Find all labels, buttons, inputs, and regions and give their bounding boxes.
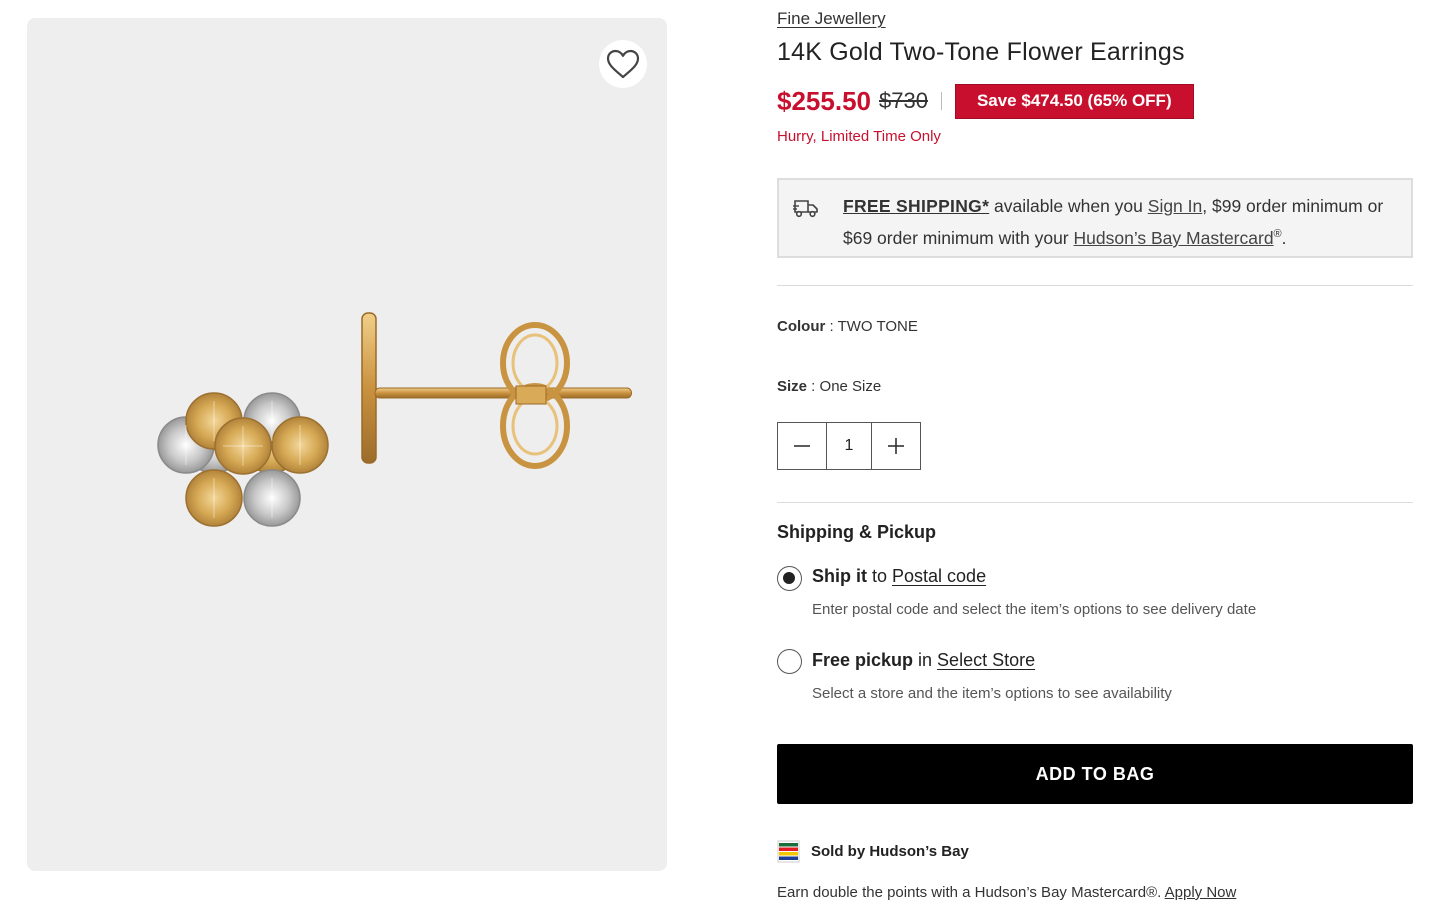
product-photo	[157, 312, 633, 527]
minus-icon	[794, 445, 810, 447]
promo-text: Earn double the points with a Hudson’s B…	[777, 884, 1165, 901]
free-pickup-radio[interactable]	[777, 649, 802, 674]
quantity-stepper: 1	[777, 422, 921, 470]
free-pickup-label: Free pickup in Select Store	[812, 650, 1035, 671]
product-image-panel[interactable]	[27, 18, 667, 871]
price-row: $255.50 $730 Save $474.50 (65% OFF)	[777, 83, 1194, 119]
free-pickup-bold: Free pickup	[812, 650, 914, 670]
sale-price: $255.50	[777, 85, 871, 116]
ship-it-label: Ship it to Postal code	[812, 566, 986, 587]
original-price: $730	[878, 88, 928, 113]
quantity-value[interactable]: 1	[826, 423, 872, 469]
product-title: 14K Gold Two-Tone Flower Earrings	[777, 38, 1185, 66]
wishlist-button[interactable]	[599, 40, 647, 88]
select-store-link[interactable]: Select Store	[937, 650, 1035, 670]
shipping-message: FREE SHIPPING* available when you Sign I…	[843, 192, 1403, 252]
heart-outline-icon	[606, 49, 640, 79]
size-value: One Size	[819, 378, 882, 395]
apply-now-link[interactable]: Apply Now	[1165, 884, 1237, 901]
price-divider	[940, 92, 942, 110]
seller-label: Sold by Hudson’s Bay	[811, 843, 969, 860]
free-pickup-mid: in	[913, 650, 938, 670]
free-shipping-link[interactable]: FREE SHIPPING*	[843, 196, 989, 216]
size-attribute: Size : One Size	[777, 378, 882, 395]
free-pickup-help: Select a store and the item’s options to…	[812, 685, 1172, 702]
savings-badge: Save $474.50 (65% OFF)	[954, 83, 1194, 119]
ship-it-mid: to	[867, 566, 893, 586]
ship-it-bold: Ship it	[812, 566, 867, 586]
earring-flower-front	[157, 392, 329, 527]
hudsons-bay-stripes-icon	[777, 840, 800, 863]
fulfillment-title: Shipping & Pickup	[777, 522, 937, 542]
colour-attribute: Colour : TWO TONE	[777, 318, 918, 335]
shipping-text-1: available when you	[989, 196, 1148, 216]
size-label: Size	[777, 378, 808, 395]
seller-info: Sold by Hudson’s Bay	[777, 840, 969, 863]
ship-it-radio[interactable]	[777, 566, 802, 591]
shipping-text-end: .	[1281, 227, 1287, 248]
colour-label: Colour	[777, 318, 826, 335]
colour-value: TWO TONE	[837, 318, 918, 335]
mastercard-promo: Earn double the points with a Hudson’s B…	[777, 884, 1236, 901]
urgency-message: Hurry, Limited Time Only	[777, 128, 941, 145]
sign-in-link[interactable]: Sign In	[1148, 196, 1202, 216]
decrease-quantity-button[interactable]	[778, 423, 826, 469]
ship-it-help: Enter postal code and select the item’s …	[812, 601, 1257, 618]
divider	[777, 285, 1413, 286]
delivery-truck-icon	[793, 200, 818, 218]
add-to-bag-button[interactable]: ADD TO BAG	[777, 744, 1413, 804]
plus-icon	[888, 438, 904, 454]
mastercard-link[interactable]: Hudson’s Bay Mastercard	[1074, 228, 1274, 248]
free-shipping-banner: FREE SHIPPING* available when you Sign I…	[777, 178, 1413, 258]
postal-code-link[interactable]: Postal code	[892, 566, 986, 586]
increase-quantity-button[interactable]	[872, 423, 920, 469]
earring-side-view	[361, 312, 633, 469]
registered-mark: ®	[1273, 228, 1282, 240]
divider	[777, 502, 1413, 503]
breadcrumb-link[interactable]: Fine Jewellery	[777, 9, 886, 29]
